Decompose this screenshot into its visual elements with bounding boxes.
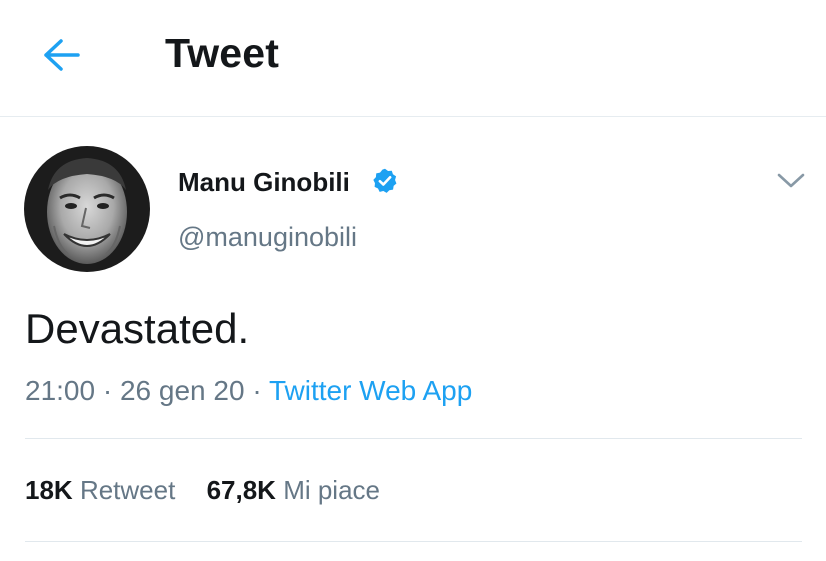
divider <box>25 438 802 439</box>
chevron-down-icon[interactable] <box>775 168 807 192</box>
retweets-label: Retweet <box>79 475 176 505</box>
verified-badge-icon <box>373 168 397 193</box>
tweet-meta: 21:00 · 26 gen 20 · Twitter Web App <box>25 375 472 407</box>
divider <box>25 541 802 542</box>
meta-separator: · <box>252 375 262 406</box>
profile-photo <box>24 146 150 272</box>
likes-count: 67,8K <box>206 475 276 505</box>
retweets-count: 18K <box>25 475 73 505</box>
author-handle[interactable]: @manuginobili <box>178 222 357 253</box>
top-bar: Tweet <box>0 0 826 117</box>
retweets-stat[interactable]: 18K Retweet <box>25 475 175 506</box>
tweet-date: 26 gen 20 <box>119 375 245 406</box>
tweet-stats: 18K Retweet 67,8K Mi piace <box>25 475 380 506</box>
meta-separator: · <box>102 375 113 406</box>
tweet-time: 21:00 <box>25 375 96 406</box>
page-title: Tweet <box>165 30 280 76</box>
tweet-text: Devastated. <box>25 305 250 352</box>
tweet-source-link[interactable]: Twitter Web App <box>269 375 472 406</box>
likes-label: Mi piace <box>283 475 381 505</box>
avatar[interactable] <box>24 146 150 272</box>
arrow-left-icon <box>44 39 80 71</box>
back-button[interactable] <box>38 32 84 78</box>
likes-stat[interactable]: 67,8K Mi piace <box>207 475 380 506</box>
author-name[interactable]: Manu Ginobili <box>178 167 350 198</box>
